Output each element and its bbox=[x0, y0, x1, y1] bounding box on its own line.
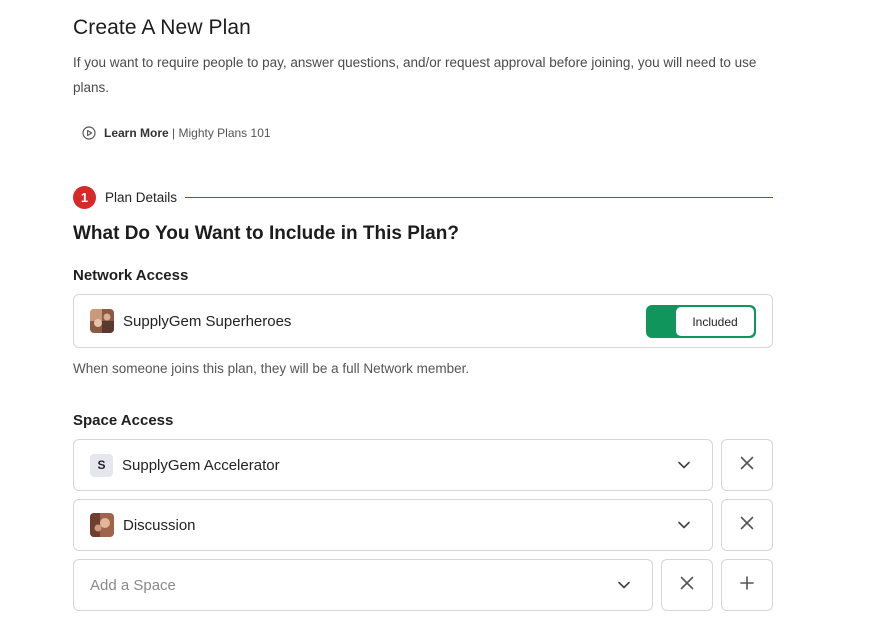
clear-space-button[interactable] bbox=[661, 559, 713, 611]
add-space-placeholder: Add a Space bbox=[90, 576, 176, 594]
step-label: Plan Details bbox=[105, 189, 178, 205]
space-select-1[interactable]: S SupplyGem Accelerator bbox=[73, 439, 713, 491]
learn-more-title: Mighty Plans 101 bbox=[178, 126, 271, 140]
chevron-down-icon bbox=[616, 577, 632, 593]
network-name: SupplyGem Superheroes bbox=[123, 312, 292, 330]
space-letter-avatar: S bbox=[90, 453, 113, 477]
step-divider bbox=[185, 196, 773, 198]
included-toggle[interactable]: Included bbox=[646, 305, 756, 338]
learn-more-separator: | bbox=[168, 126, 179, 140]
learn-more-label: Learn More bbox=[104, 126, 169, 140]
step-header: 1 Plan Details bbox=[73, 185, 773, 209]
intro-text: If you want to require people to pay, an… bbox=[73, 55, 757, 95]
remove-space-button-1[interactable] bbox=[721, 439, 773, 491]
add-space-select[interactable]: Add a Space bbox=[73, 559, 653, 611]
remove-space-button-2[interactable] bbox=[721, 499, 773, 551]
space-name: Discussion bbox=[123, 516, 196, 534]
network-note: When someone joins this plan, they will … bbox=[73, 361, 470, 376]
network-avatar bbox=[90, 309, 114, 333]
close-icon bbox=[680, 576, 694, 595]
create-plan-page: Create A New Plan If you want to require… bbox=[0, 0, 895, 620]
chevron-down-icon bbox=[676, 457, 692, 473]
close-icon bbox=[740, 456, 754, 475]
plus-icon bbox=[740, 575, 754, 595]
network-access-heading: Network Access bbox=[73, 267, 189, 284]
page-title: Create A New Plan bbox=[73, 16, 251, 39]
network-access-row: SupplyGem Superheroes Included bbox=[73, 294, 773, 348]
add-space-button[interactable] bbox=[721, 559, 773, 611]
chevron-down-icon bbox=[676, 517, 692, 533]
learn-more-link[interactable]: Learn More | Mighty Plans 101 bbox=[82, 126, 271, 140]
step-number-badge: 1 bbox=[73, 185, 96, 209]
close-icon bbox=[740, 516, 754, 535]
space-access-heading: Space Access bbox=[73, 412, 174, 429]
toggle-label: Included bbox=[676, 307, 754, 336]
space-avatar bbox=[90, 513, 114, 537]
space-name: SupplyGem Accelerator bbox=[122, 456, 280, 474]
section-title: What Do You Want to Include in This Plan… bbox=[73, 223, 459, 244]
space-select-2[interactable]: Discussion bbox=[73, 499, 713, 551]
play-circle-icon bbox=[82, 126, 96, 140]
